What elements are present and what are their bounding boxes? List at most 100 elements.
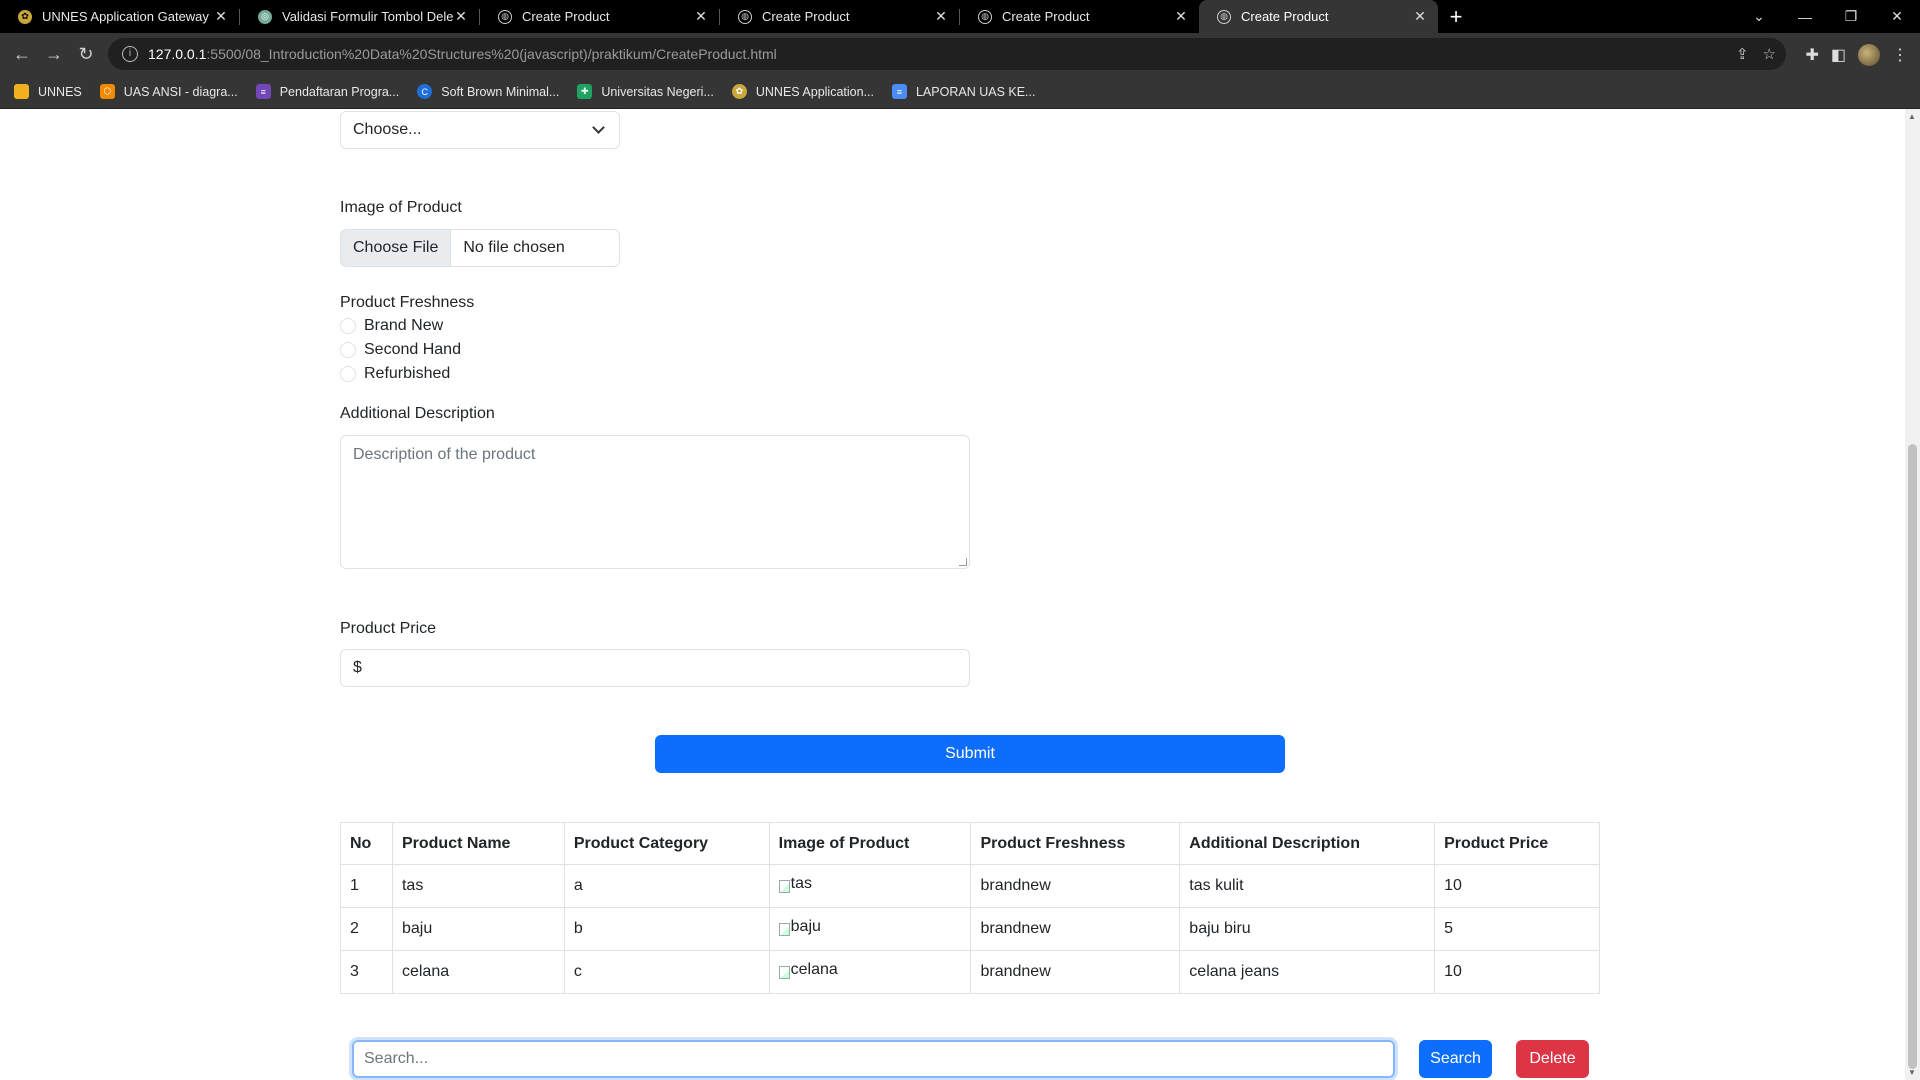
table-cell: 10 [1434,950,1600,994]
table-cell: celana jeans [1179,950,1436,994]
profile-avatar[interactable] [1858,44,1880,66]
bookmark-item[interactable]: C Soft Brown Minimal... [417,84,559,99]
freshness-option[interactable]: Second Hand [340,341,461,359]
scrollbar-thumb[interactable] [1908,444,1917,1069]
site-info-icon[interactable]: i [122,46,138,62]
radio-button[interactable] [340,318,356,334]
table-cell: baju biru [1179,907,1436,951]
extensions-puzzle-icon[interactable]: ✚ [1805,45,1818,65]
close-tab-icon[interactable]: ✕ [213,8,229,25]
bookmark-item[interactable]: ✚ Universitas Negeri... [577,84,714,99]
broken-image: celana [778,961,838,979]
freshness-option[interactable]: Refurbished [340,365,450,383]
new-tab-icon[interactable]: + [1438,0,1474,33]
column-header: Product Price [1434,822,1600,865]
table-cell-image: celana [768,950,972,994]
table-cell: 10 [1434,864,1600,908]
price-input[interactable]: $ [340,649,970,687]
bookmark-label: UNNES Application... [755,84,874,99]
freshness-option[interactable]: Brand New [340,317,443,335]
page-viewport: Choose... Image of Product Choose File N… [0,109,1920,1080]
column-header: No [340,822,393,865]
close-tab-icon[interactable]: ✕ [933,8,949,25]
bookmark-label: Soft Brown Minimal... [441,84,560,99]
table-cell: tas kulit [1179,864,1436,908]
globe-icon: ◍ [738,9,752,24]
page-scrollbar[interactable]: ▲ ▼ [1905,109,1920,1080]
tab-search-icon[interactable]: ⌄ [1736,8,1782,25]
table-cell: brandnew [970,864,1181,908]
globe-icon: ◍ [978,9,992,24]
bookmark-item[interactable]: ⬡ UAS ANSI - diagra... [99,84,238,99]
table-header-row: No Product Name Product Category Image o… [340,822,1600,865]
restore-icon[interactable]: ❐ [1828,8,1874,25]
table-cell: 1 [340,864,393,908]
radio-label: Second Hand [364,341,461,358]
bookmark-item[interactable]: ✿ UNNES Application... [731,84,874,99]
browser-tab[interactable]: ◎ Validasi Formulir Tombol Delete ✕ [240,0,479,33]
browser-tab-active[interactable]: ◍ Create Product ✕ [1199,0,1438,33]
tab-title: Create Product [762,9,850,24]
broken-image-icon [778,879,790,893]
browser-tab[interactable]: ◍ Create Product ✕ [480,0,719,33]
table-cell: tas [391,864,565,908]
close-tab-icon[interactable]: ✕ [453,8,469,25]
browser-tab[interactable]: ◍ Create Product ✕ [720,0,959,33]
table-cell: c [563,950,770,994]
freshness-label: Product Freshness [340,294,475,311]
resize-handle-icon[interactable] [959,558,967,566]
bookmarks-bar: UNNES ⬡ UAS ANSI - diagra... ≡ Pendaftaran… [0,75,1920,109]
address-bar[interactable]: i 127.0.0.1:5500/08_Introduction%20Data%… [108,38,1786,70]
bookmark-star-icon[interactable]: ☆ [1763,45,1776,63]
close-tab-icon[interactable]: ✕ [1412,8,1428,25]
product-category-select[interactable]: Choose... [340,111,620,149]
close-window-icon[interactable]: ✕ [1874,8,1920,25]
price-label: Product Price [340,620,437,637]
url-host: 127.0.0.1 [148,46,207,62]
product-table: No Product Name Product Category Image o… [340,822,1600,994]
browser-tab[interactable]: ✿ UNNES Application Gateway (Be ✕ [0,0,239,33]
radio-button[interactable] [340,342,356,358]
tab-title: Create Product [522,9,610,24]
description-textarea[interactable]: Description of the product [340,435,970,569]
share-icon[interactable]: ⇪ [1736,45,1749,63]
submit-button[interactable]: Submit [655,735,1285,773]
search-input[interactable]: Search... [352,1040,1395,1078]
bookmark-item[interactable]: ≡ Pendaftaran Progra... [255,84,400,99]
choose-file-button[interactable]: Choose File [341,230,452,266]
bookmark-item[interactable]: UNNES [14,84,82,99]
search-button[interactable]: Search [1419,1040,1492,1078]
menu-kebab-icon[interactable]: ⋮ [1892,45,1908,65]
bookmark-label: LAPORAN UAS KE... [915,84,1036,99]
scroll-up-icon[interactable]: ▲ [1908,112,1916,121]
chevron-down-icon [592,121,605,134]
reload-icon[interactable]: ↻ [70,44,102,65]
textarea-placeholder: Description of the product [353,446,536,463]
delete-button[interactable]: Delete [1516,1040,1589,1078]
address-toolbar: ← → ↻ i 127.0.0.1:5500/08_Introduction%2… [0,33,1920,75]
bookmark-label: Universitas Negeri... [601,84,714,99]
back-icon[interactable]: ← [6,44,38,65]
bookmark-label: Pendaftaran Progra... [279,84,400,99]
forms-icon: ≡ [255,84,271,99]
forward-icon[interactable]: → [38,44,70,65]
tab-title: Validasi Formulir Tombol Delete [282,9,453,24]
bookmark-item[interactable]: ≡ LAPORAN UAS KE... [891,84,1036,99]
broken-image: baju [778,918,821,936]
image-alt-text: tas [790,874,812,892]
table-cell-image: tas [768,864,972,908]
radio-label: Brand New [364,317,444,334]
scroll-down-icon[interactable]: ▼ [1908,1068,1916,1077]
radio-label: Refurbished [364,365,451,382]
browser-tab[interactable]: ◍ Create Product ✕ [960,0,1199,33]
table-row: 3 celana c celana brandnew celana jeans … [340,950,1600,994]
radio-button[interactable] [340,366,356,382]
docs-icon: ≡ [891,84,907,99]
close-tab-icon[interactable]: ✕ [693,8,709,25]
image-file-input[interactable]: Choose File No file chosen [340,229,620,267]
minimize-icon[interactable]: — [1782,9,1828,25]
side-panel-icon[interactable]: ◧ [1831,45,1846,65]
window-controls: ⌄ — ❐ ✕ [1736,0,1920,33]
table-cell: brandnew [970,907,1181,951]
close-tab-icon[interactable]: ✕ [1173,8,1189,25]
